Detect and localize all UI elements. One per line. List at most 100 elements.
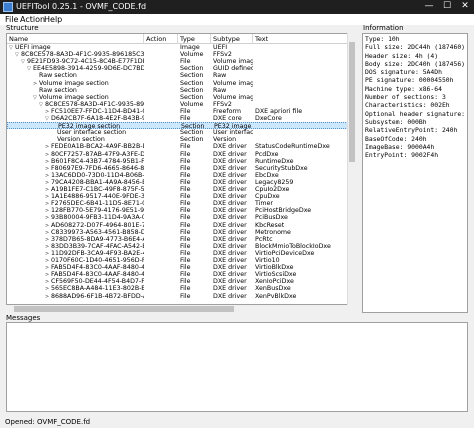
tree-row-action	[146, 80, 178, 87]
tree-row[interactable]: Version section Section Version	[7, 136, 354, 143]
tree-row-subtype: DXE driver	[213, 249, 247, 257]
tree-row-text: PcRtc	[255, 235, 273, 243]
info-line: Number of sections: 3	[365, 93, 446, 102]
tree-row-name-cell: >F80697E9-7FD6-4665-8646-88E33E...	[45, 165, 144, 172]
tree-row-type: File	[180, 271, 191, 279]
column-text[interactable]: Text	[253, 34, 354, 44]
status-bar: Opened: OVMF_CODE.fd	[5, 418, 91, 426]
tree-row-type: File	[180, 107, 191, 115]
structure-label: Structure	[6, 24, 39, 32]
messages-panel[interactable]	[6, 322, 468, 412]
tree-row-action	[146, 172, 178, 179]
tree-row-name: 8688AD96-6F1B-4B72-BFDD-A2D0F4...	[51, 292, 144, 300]
tree-row[interactable]: Raw section Section Raw	[7, 87, 354, 94]
tree-row[interactable]: >FEDE0A1B-BCA2-4A9F-BB2B-D9FD7E... File DX…	[7, 143, 354, 150]
tree-row-action	[146, 72, 178, 79]
tree-row-type: File	[180, 292, 191, 300]
vertical-scroll-thumb[interactable]	[349, 42, 355, 162]
tree-row-name: Volume image section	[39, 93, 109, 101]
tree-row-text	[255, 129, 354, 136]
horizontal-scrollbar[interactable]	[6, 305, 355, 313]
tree-row-type: File	[180, 242, 191, 250]
tree-row-subtype: DXE driver	[213, 278, 247, 286]
column-action[interactable]: Action	[144, 34, 178, 44]
tree-row[interactable]: >80CF7257-87AB-47F9-A3FE-D50B76... File DX…	[7, 151, 354, 158]
tree-row[interactable]: >B601F8C4-43B7-4784-95B1-F4226C... File DX…	[7, 158, 354, 165]
tree-row-type: Volume	[180, 51, 204, 59]
tree-row-name-cell: >565EC8BA-A484-11E3-802B-B8AC6F...	[45, 285, 144, 292]
tree-row[interactable]: >AD608272-D07F-4964-801E-7BD3B7... File DX…	[7, 222, 354, 229]
tree-row-name-cell: >FAB5D4F4-83C0-4AAF-8480-442D11...	[45, 264, 144, 271]
tree-row[interactable]: >FC510EE7-FFDC-11D4-BD41-0080C7... File Fr…	[7, 108, 354, 115]
tree-row-name-cell: ▽ Volume image section	[33, 94, 144, 101]
tree-row[interactable]: >FAB5D4F4-83C0-4AAF-8480-442D11... File DX…	[7, 271, 354, 278]
information-panel[interactable]: Type: 10h Full size: 2DC44h (187460) Heade…	[362, 33, 468, 313]
tree-row-type: File	[180, 249, 191, 257]
tree-row[interactable]: >1A1E4886-9517-440E-9FDE-3BE44C... File DX…	[7, 193, 354, 200]
tree-row-name-cell: >13AC6DD0-73D0-11D4-B06B-00AA00...	[45, 172, 144, 179]
tree-row-action	[146, 151, 178, 158]
tree-row[interactable]: >A19B1FE7-C1BC-49F8-875F-54A5D5... File DX…	[7, 186, 354, 193]
tree-row-name: FAB5D4F4-83C0-4AAF-8480-442D11...	[51, 271, 144, 279]
vertical-scrollbar[interactable]	[347, 33, 355, 305]
tree-row-text: SecurityStubDxe	[255, 164, 308, 172]
tree-row-text: EbcDxe	[255, 171, 279, 179]
tree-row[interactable]: >378D7B65-8DA9-4773-B6E4-A47826... File DX…	[7, 236, 354, 243]
tree-row[interactable]: ▽EE4E5898-3914-4259-9D6E-DC7BD79403CF Sec…	[7, 65, 354, 72]
tree-row[interactable]: ▽Volume image section Section Volume image	[7, 94, 354, 101]
tree-row-text	[255, 87, 354, 94]
tree-row-name: D6A2CB7F-6A18-4E2F-B43B-992BA7...	[51, 115, 144, 122]
title-bar: UEFITool 0.25.1 - OVMF_CODE.fd — ☐ ✕	[0, 0, 474, 14]
minimize-button[interactable]: —	[420, 0, 438, 14]
tree-row[interactable]: >0170F60C-1D40-4651-956D-F0BD98... File DX…	[7, 257, 354, 264]
tree-row-action	[146, 58, 178, 65]
tree-row-type: Volume	[180, 100, 204, 108]
tree-row[interactable]: ▽9E21FD93-9C72-4C15-8C4B-E77F1DB2D792 Fil…	[7, 58, 354, 65]
tree-row-text: Timer	[255, 200, 273, 208]
tree-row[interactable]: >93B80004-9FB3-11D4-9A3A-0090273... File D…	[7, 214, 354, 221]
tree-row-subtype: DXE driver	[213, 150, 247, 158]
info-line: Optional header signature: 020Bh	[365, 109, 467, 118]
tree-row[interactable]: ▽ UEFI image Image UEFI	[7, 44, 354, 51]
tree-row[interactable]: ▽8C8CE578-8A3D-4F1C-9935-896185C32DD3 Vol…	[7, 101, 354, 108]
tree-row[interactable]: Raw section Section Raw	[7, 72, 354, 79]
tree-row[interactable]: >79CA4208-BBA1-4A9A-8456-E1E66A... File DX…	[7, 179, 354, 186]
column-name[interactable]: Name	[7, 34, 144, 44]
tree-row-type: File	[180, 186, 191, 193]
tree-row-subtype: DXE driver	[213, 257, 247, 264]
info-line: ImageBase: 9000A4h	[365, 142, 435, 151]
maximize-button[interactable]: ☐	[438, 0, 456, 14]
tree-row[interactable]: >F80697E9-7FD6-4665-8646-88E33E... File DX…	[7, 165, 354, 172]
tree-row[interactable]: >FAB5D4F4-83C0-4AAF-8480-442D11... File DX…	[7, 264, 354, 271]
tree-row[interactable]: >83DD3B39-7CAF-4FAC-A542-E050B7... File DX…	[7, 243, 354, 250]
column-subtype[interactable]: Subtype	[211, 34, 253, 44]
horizontal-scroll-thumb[interactable]	[14, 306, 234, 312]
tree-row-subtype: DXE driver	[213, 242, 247, 250]
tree-row[interactable]: ▽D6A2CB7F-6A18-4E2F-B43B-992BA7... File DX…	[7, 115, 354, 122]
tree-row-action	[146, 243, 178, 250]
tree-row-name: 8C8CE578-8A3D-4F1C-9935-896185C32DD3	[21, 51, 144, 59]
column-type[interactable]: Type	[178, 34, 211, 44]
tree-row[interactable]: >565EC8BA-A484-11E3-802B-B8AC6F... File DX…	[7, 285, 354, 292]
tree-row-name: AD608272-D07F-4964-801E-7BD3B7...	[51, 221, 144, 229]
tree-row[interactable]: ▽8C8CE578-8A3D-4F1C-9935-896185C32DD3 Vol…	[7, 51, 354, 58]
tree-row-name-cell: ▽ UEFI image	[9, 44, 144, 51]
tree-row[interactable]: User interface section Section User interf…	[7, 129, 354, 136]
menu-help[interactable]: Help	[44, 14, 62, 25]
tree-row-name: B601F8C4-43B7-4784-95B1-F4226C...	[51, 157, 144, 165]
tree-row[interactable]: >11D92DFB-3CA9-4F93-BA2E-4780ED... File DX…	[7, 250, 354, 257]
close-button[interactable]: ✕	[456, 0, 474, 14]
tree-row[interactable]: >8688AD96-6F1B-4B72-BFDD-A2D0F4... File DX…	[7, 293, 354, 300]
tree-row[interactable]: PE32 image section Section PE32 image	[7, 122, 354, 130]
tree-row[interactable]: >CF569F50-DE44-4F54-B4D7-F4AE25... File DX…	[7, 278, 354, 285]
tree-row-type: Section	[180, 129, 204, 137]
tree-row[interactable]: >Volume image section Section Volume image	[7, 80, 354, 87]
tree-row[interactable]: >128FB770-5E79-4176-9E51-9BB268... File DX…	[7, 207, 354, 214]
structure-tree[interactable]: Name Action Type Subtype Text ▽ UEFI imag…	[6, 33, 355, 305]
info-line: BaseOfCode: 240h	[365, 134, 427, 143]
tree-row[interactable]: >C8339973-A563-4561-B858-D8476F... File DX…	[7, 229, 354, 236]
tree-row[interactable]: >13AC6DD0-73D0-11D4-B06B-00AA00... File DX…	[7, 172, 354, 179]
tree-row[interactable]: >F2765DEC-6B41-11D5-8E71-00902... File DXE…	[7, 200, 354, 207]
tree-row-name: 13AC6DD0-73D0-11D4-B06B-00AA00...	[51, 171, 144, 179]
tree-row-name-cell: >FEDE0A1B-BCA2-4A9F-BB2B-D9FD7E...	[45, 143, 144, 150]
